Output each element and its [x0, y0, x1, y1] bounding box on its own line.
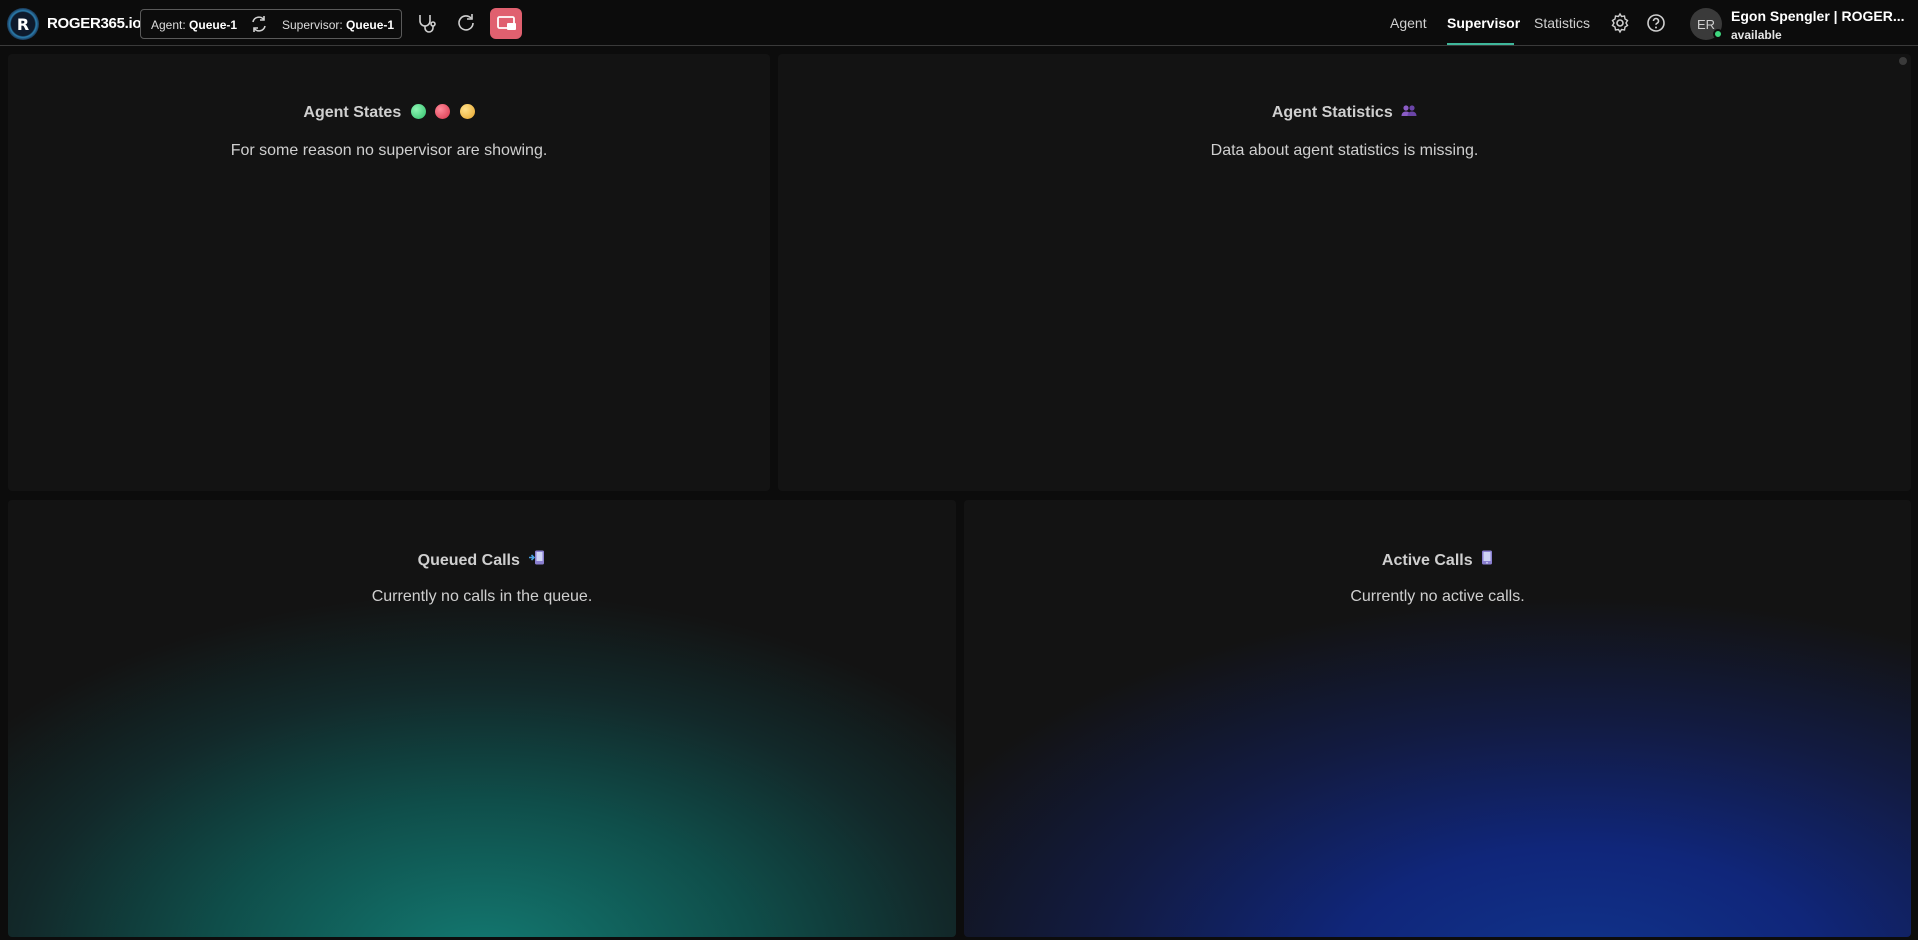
- nav-supervisor[interactable]: Supervisor: [1447, 15, 1520, 31]
- screen-share-button[interactable]: [490, 8, 522, 39]
- agent-statistics-panel: Agent Statistics Data about agent statis…: [778, 54, 1911, 491]
- user-status: available: [1731, 28, 1782, 42]
- supervisor-queue-prefix: Supervisor:: [282, 18, 343, 32]
- logo-letter: R: [16, 14, 30, 34]
- queued-calls-panel: Queued Calls Currently no calls in the q…: [8, 500, 956, 937]
- people-icon: [1401, 105, 1417, 116]
- brand-name[interactable]: ROGER365.io: [47, 15, 142, 32]
- active-calls-heading: Active Calls: [964, 550, 1911, 570]
- stethoscope-icon[interactable]: [415, 12, 437, 34]
- agent-queue-label[interactable]: Agent: Queue-1: [151, 18, 237, 32]
- queued-calls-title: Queued Calls: [417, 552, 520, 569]
- user-name[interactable]: Egon Spengler | ROGER...: [1731, 8, 1905, 24]
- agent-states-message: For some reason no supervisor are showin…: [230, 142, 548, 159]
- top-bar: R ROGER365.io Agent: Queue-1 Supervisor:…: [0, 0, 1918, 46]
- sync-icon[interactable]: [249, 14, 269, 34]
- agent-queue-prefix: Agent:: [151, 18, 186, 32]
- agent-states-heading: Agent States: [8, 104, 770, 122]
- agent-statistics-title: Agent Statistics: [1271, 104, 1393, 121]
- green-circle-icon: [410, 104, 426, 119]
- refresh-icon[interactable]: [455, 12, 477, 34]
- queued-calls-heading: Queued Calls: [8, 550, 956, 570]
- logo[interactable]: R: [7, 8, 39, 40]
- active-calls-panel: Active Calls Currently no active calls.: [964, 500, 1911, 937]
- agent-states-title: Agent States: [303, 104, 402, 121]
- agent-statistics-heading: Agent Statistics: [778, 104, 1911, 122]
- active-nav-indicator: [1447, 43, 1514, 45]
- queued-calls-message: Currently no calls in the queue.: [371, 588, 593, 605]
- avatar-initials: ER: [1696, 16, 1716, 32]
- gear-icon[interactable]: [1609, 12, 1631, 34]
- nav-statistics[interactable]: Statistics: [1534, 15, 1590, 31]
- mobile-phone-icon: [1482, 550, 1493, 565]
- red-circle-icon: [435, 104, 451, 119]
- queue-selector[interactable]: Agent: Queue-1 Supervisor: Queue-1: [140, 9, 402, 39]
- active-calls-message: Currently no active calls.: [1350, 588, 1525, 605]
- panel-handle[interactable]: [1899, 57, 1907, 65]
- agent-states-panel: Agent States For some reason no supervis…: [8, 54, 770, 491]
- supervisor-queue-label[interactable]: Supervisor: Queue-1: [282, 18, 394, 32]
- active-calls-title: Active Calls: [1381, 552, 1473, 569]
- screen-share-icon: [497, 16, 516, 30]
- agent-statistics-message: Data about agent statistics is missing.: [1210, 142, 1479, 159]
- yellow-circle-icon: [459, 104, 475, 119]
- help-icon[interactable]: [1645, 12, 1667, 34]
- agent-queue-value: Queue-1: [189, 18, 238, 32]
- status-indicator: [1713, 29, 1723, 39]
- nav-agent[interactable]: Agent: [1390, 15, 1427, 31]
- supervisor-queue-value: Queue-1: [346, 18, 395, 32]
- phone-incoming-icon: [529, 550, 545, 565]
